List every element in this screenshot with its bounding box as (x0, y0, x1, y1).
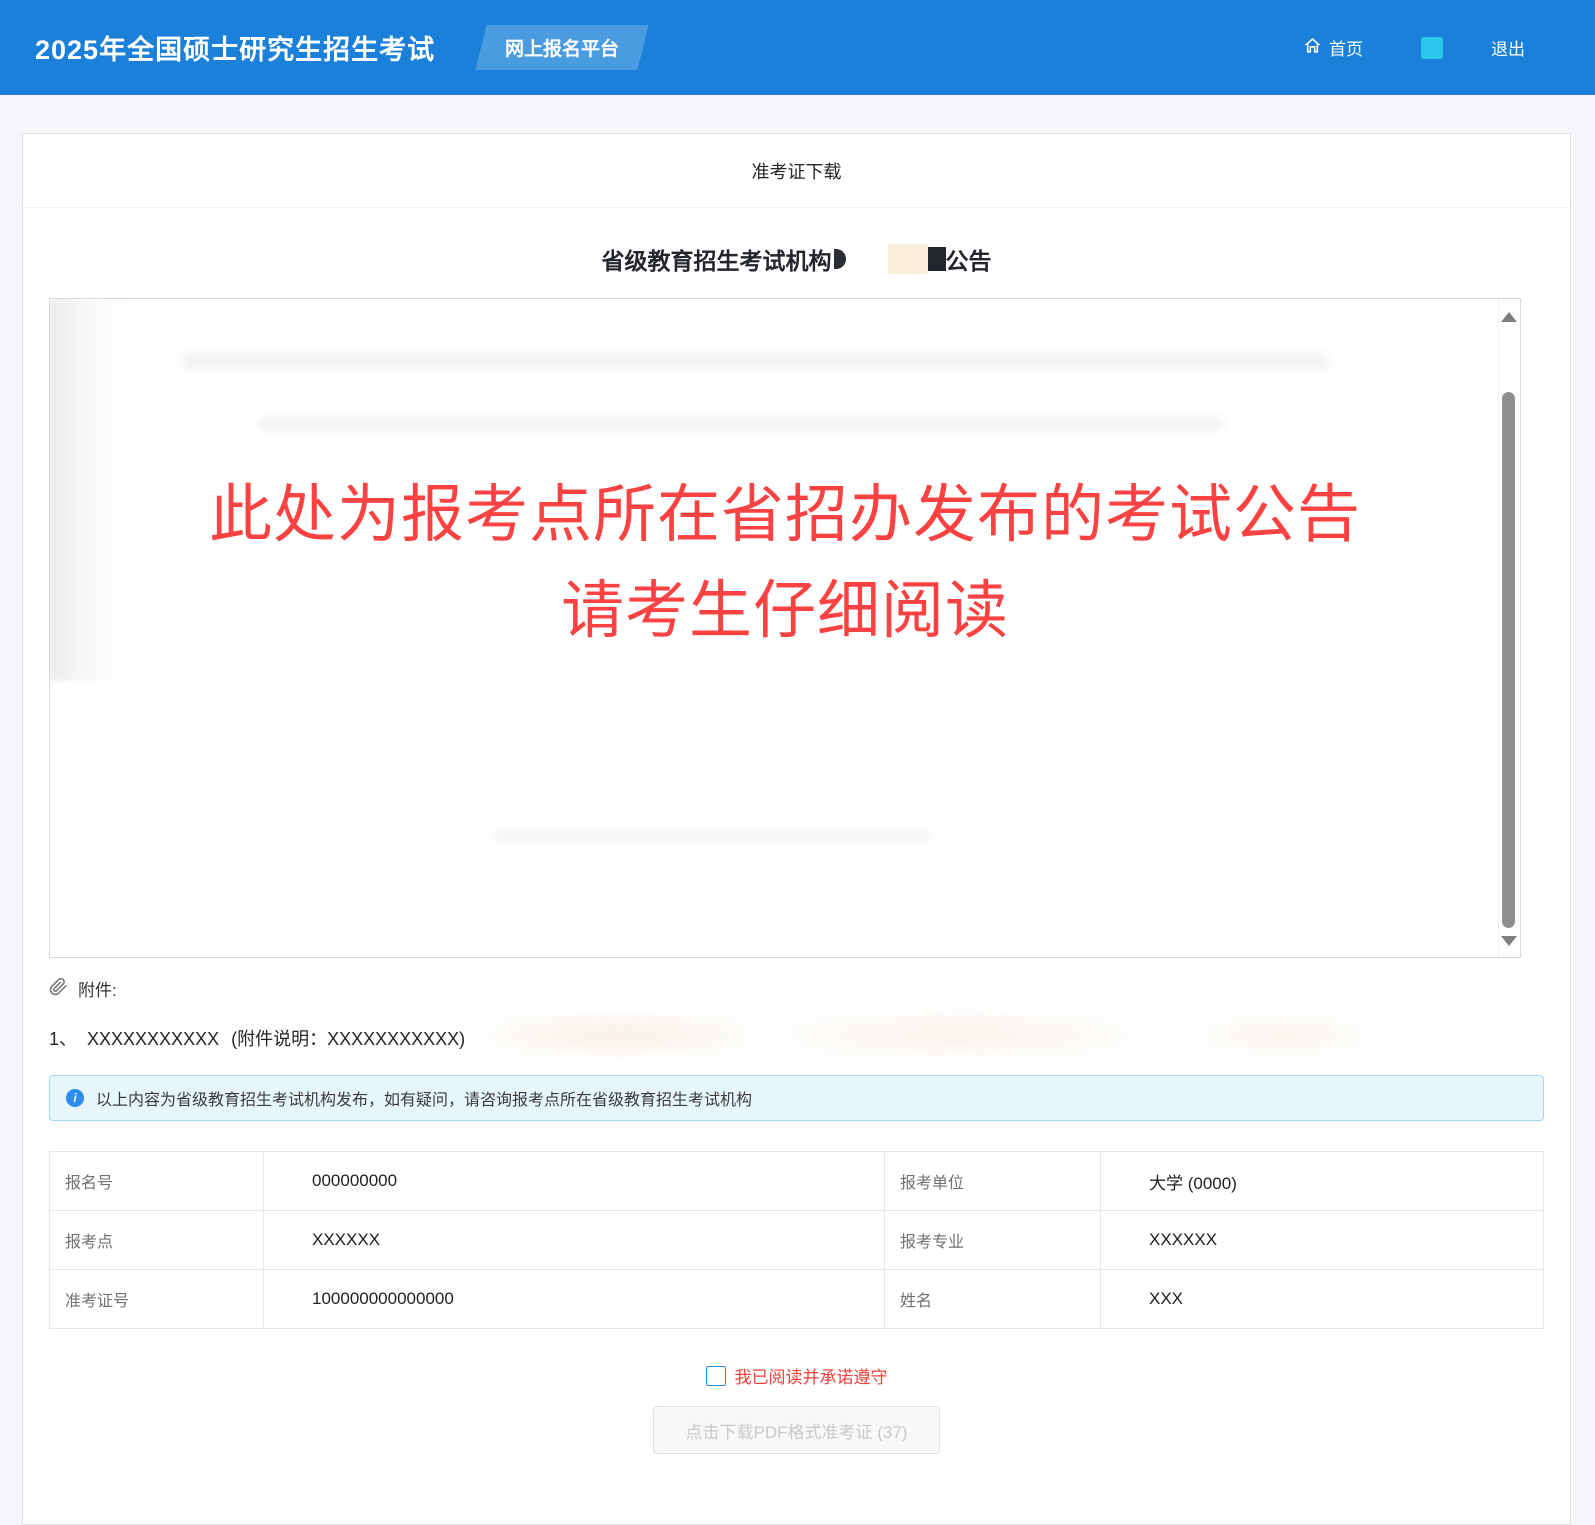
announcement-heading: 省级教育招生考试机构 公告 (49, 242, 1544, 276)
candidate-details-table: 报名号 000000000 报考单位 大学 (0000) 报考点 XXXXXX … (49, 1151, 1544, 1329)
attachment-item: 1、 XXXXXXXXXXX (附件说明：XXXXXXXXXXX) (49, 1025, 1544, 1051)
label-candidate-name: 姓名 (885, 1270, 1101, 1329)
agreement-row: 我已阅读并承诺遵守 (49, 1363, 1544, 1388)
button-row: 点击下载PDF格式准考证 (37) (49, 1406, 1544, 1454)
redaction-blur (489, 1013, 749, 1057)
attachment-description: (附件说明：XXXXXXXXXXX) (231, 1029, 465, 1049)
label-target-institution: 报考单位 (885, 1152, 1101, 1211)
announcement-scroll-area[interactable]: 此处为报考点所在省招办发布的考试公告 请考生仔细阅读 (49, 298, 1521, 958)
platform-badge: 网上报名平台 (481, 25, 643, 70)
download-pdf-button[interactable]: 点击下载PDF格式准考证 (37) (653, 1406, 941, 1454)
app-header: 2025年全国硕士研究生招生考试 网上报名平台 首页 退出 (0, 0, 1595, 95)
user-icon-placeholder (1421, 37, 1443, 59)
scrollbar-thumb[interactable] (1502, 392, 1515, 928)
main-card: 准考证下载 省级教育招生考试机构 公告 此处为报考点所在省招办发布的考试公告 请… (22, 133, 1571, 1525)
vertical-scrollbar[interactable] (1498, 300, 1519, 956)
table-row: 报考点 XXXXXX 报考专业 XXXXXX (50, 1211, 1544, 1270)
nav-home-link[interactable]: 首页 (1303, 35, 1363, 60)
app-title: 2025年全国硕士研究生招生考试 (35, 28, 435, 67)
table-row: 准考证号 100000000000000 姓名 XXX (50, 1270, 1544, 1329)
value-target-major: XXXXXX (1101, 1211, 1544, 1270)
agreement-label[interactable]: 我已阅读并承诺遵守 (735, 1363, 888, 1388)
value-exam-site: XXXXXX (264, 1211, 885, 1270)
announcement-heading-suffix: 公告 (946, 242, 992, 276)
scroll-down-arrow-icon[interactable] (1501, 936, 1517, 946)
info-banner: i 以上内容为省级教育招生考试机构发布，如有疑问，请咨询报考点所在省级教育招生考… (49, 1075, 1544, 1121)
platform-badge-label: 网上报名平台 (505, 34, 619, 61)
attachment-index: 1、 (49, 1029, 77, 1049)
scanned-text-ghost (491, 829, 932, 842)
table-row: 报名号 000000000 报考单位 大学 (0000) (50, 1152, 1544, 1211)
redaction-blur (1199, 1015, 1369, 1055)
redaction-blur (789, 1011, 1129, 1059)
announcement-line-2: 请考生仔细阅读 (50, 563, 1520, 659)
label-registration-number: 报名号 (50, 1152, 264, 1211)
announcement-body-text: 此处为报考点所在省招办发布的考试公告 请考生仔细阅读 (50, 299, 1520, 659)
attachments-label: 附件: (78, 976, 117, 1001)
value-candidate-name: XXX (1101, 1270, 1544, 1329)
nav-home-label: 首页 (1329, 35, 1363, 60)
header-nav: 首页 退出 (1303, 35, 1525, 60)
announcement-line-1: 此处为报考点所在省招办发布的考试公告 (50, 467, 1520, 563)
info-icon: i (66, 1089, 84, 1107)
attachment-name[interactable]: XXXXXXXXXXX (87, 1029, 219, 1049)
paperclip-icon (49, 977, 78, 1001)
redaction-blob (928, 247, 946, 271)
redaction-blob (888, 244, 928, 274)
agreement-checkbox[interactable] (706, 1366, 726, 1386)
value-admission-ticket-number: 100000000000000 (264, 1270, 885, 1329)
redaction-blob (834, 249, 846, 269)
value-target-institution: 大学 (0000) (1101, 1152, 1544, 1211)
scroll-up-arrow-icon[interactable] (1501, 312, 1517, 322)
attachments-header: 附件: (49, 976, 1544, 1001)
value-registration-number: 000000000 (264, 1152, 885, 1211)
info-banner-text: 以上内容为省级教育招生考试机构发布，如有疑问，请咨询报考点所在省级教育招生考试机… (96, 1086, 752, 1110)
nav-logout-link[interactable]: 退出 (1491, 35, 1525, 60)
announcement-heading-prefix: 省级教育招生考试机构 (602, 242, 832, 276)
label-exam-site: 报考点 (50, 1211, 264, 1270)
page-title: 准考证下载 (23, 134, 1570, 208)
home-icon (1303, 36, 1329, 60)
label-admission-ticket-number: 准考证号 (50, 1270, 264, 1329)
label-target-major: 报考专业 (885, 1211, 1101, 1270)
